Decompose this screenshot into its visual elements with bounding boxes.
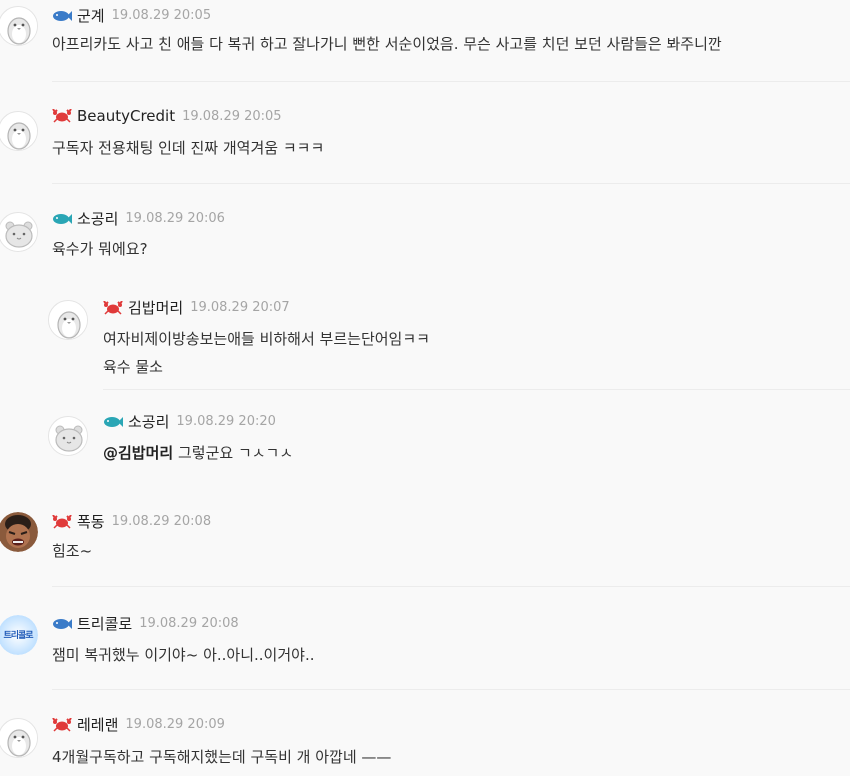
- crab-badge-icon: [52, 514, 72, 529]
- crab-badge-icon: [52, 109, 72, 123]
- comment-text: 힘조~: [52, 537, 92, 565]
- avatar-photo[interactable]: [0, 512, 38, 552]
- timestamp: 19.08.29 20:08: [111, 514, 212, 529]
- username[interactable]: 트리콜로: [77, 613, 132, 634]
- avatar-penguin[interactable]: [0, 111, 38, 151]
- comment-text: 구독자 전용채팅 인데 진짜 개역겨움 ㅋㅋㅋ: [52, 134, 324, 162]
- comment-line: 육수 물소: [103, 358, 163, 376]
- fish-badge-icon: [52, 617, 72, 631]
- avatar-penguin[interactable]: [0, 6, 38, 46]
- comment-text: 잼미 복귀했누 이기야~ 아..아니..이거야..: [52, 641, 314, 669]
- divider: [52, 183, 850, 184]
- comment-text: @김밥머리 그렇군요 ㄱㅅㄱㅅ: [103, 439, 293, 467]
- divider: [103, 389, 850, 390]
- timestamp: 19.08.29 20:05: [182, 108, 282, 124]
- comment-line: 여자비제이방송보는애들 비하해서 부르는단어임ㅋㅋ: [103, 330, 430, 348]
- comment-text: 여자비제이방송보는애들 비하해서 부르는단어임ㅋㅋ 육수 물소: [103, 325, 430, 381]
- crab-badge-icon: [52, 717, 72, 732]
- comment-line: 잼미 복귀했누 이기야~ 아..아니..이거야..: [52, 646, 315, 664]
- comment-line: 아프리카도 사고 친 애들 다 복귀 하고 잘나가니 뻔한 서순이었음. 무슨 …: [52, 35, 722, 53]
- username[interactable]: 군계: [77, 5, 105, 26]
- comment-line: 구독자 전용채팅 인데 진짜 개역겨움 ㅋㅋㅋ: [52, 139, 325, 157]
- timestamp: 19.08.29 20:05: [111, 8, 212, 23]
- comment-line: 육수가 뭐에요?: [52, 240, 148, 258]
- comment-line: 그렇군요 ㄱㅅㄱㅅ: [177, 444, 294, 462]
- timestamp: 19.08.29 20:06: [125, 211, 225, 226]
- crab-badge-icon: [103, 300, 123, 315]
- timestamp: 19.08.29 20:20: [176, 414, 276, 429]
- timestamp: 19.08.29 20:08: [139, 616, 239, 631]
- comment-text: 4개월구독하고 구독해지했는데 구독비 개 아깝네 ——: [52, 743, 391, 771]
- username[interactable]: 김밥머리: [128, 297, 183, 318]
- comment-line: 4개월구독하고 구독해지했는데 구독비 개 아깝네 ——: [52, 748, 392, 766]
- username[interactable]: 소공리: [77, 208, 118, 229]
- username[interactable]: BeautyCredit: [77, 107, 175, 125]
- username[interactable]: 소공리: [128, 411, 169, 432]
- fish-badge-icon: [52, 9, 72, 23]
- username[interactable]: 레레랜: [77, 714, 118, 735]
- divider: [52, 689, 850, 690]
- avatar-label: 트리콜로: [3, 631, 33, 641]
- comment-text: 아프리카도 사고 친 애들 다 복귀 하고 잘나가니 뻔한 서순이었음. 무슨 …: [52, 30, 722, 58]
- fish-badge-icon: [52, 212, 72, 226]
- avatar-hamster[interactable]: [48, 416, 88, 456]
- avatar-penguin[interactable]: [48, 300, 88, 340]
- comment-text: 육수가 뭐에요?: [52, 235, 148, 263]
- avatar-penguin[interactable]: [0, 718, 38, 758]
- divider: [52, 586, 850, 587]
- timestamp: 19.08.29 20:07: [190, 300, 290, 315]
- timestamp: 19.08.29 20:09: [125, 717, 225, 732]
- fish-badge-icon: [103, 415, 123, 429]
- avatar-text[interactable]: 트리콜로: [0, 615, 38, 655]
- avatar-hamster[interactable]: [0, 212, 38, 252]
- divider: [52, 81, 850, 82]
- comment-line: 힘조~: [52, 542, 93, 560]
- username[interactable]: 폭동: [77, 511, 105, 532]
- mention-link[interactable]: @김밥머리: [103, 444, 173, 462]
